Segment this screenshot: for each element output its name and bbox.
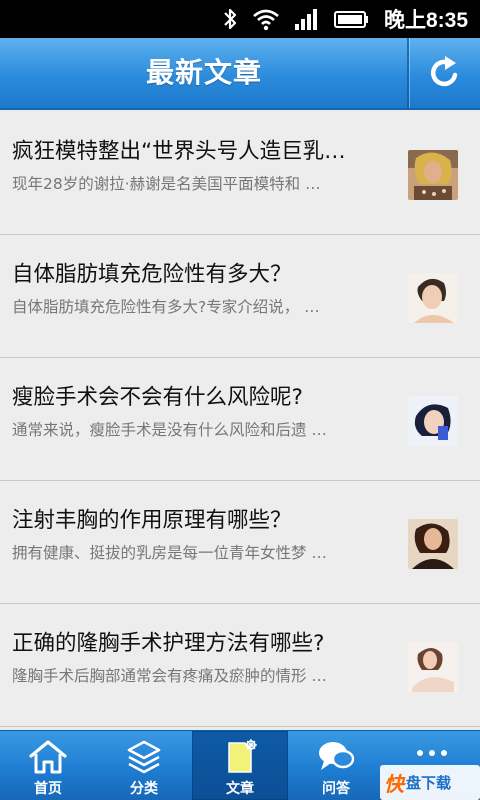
article-summary: 自体脂肪填充危险性有多大?专家介绍说， … [12, 298, 320, 316]
clock-time: 晚上8:35 [383, 9, 468, 32]
tab-label: 文章 [226, 781, 254, 797]
wifi-icon [253, 9, 279, 31]
watermark-logo: 快 盘下载 [380, 765, 480, 800]
list-item[interactable]: 正确的隆胸手术护理方法有哪些? 隆胸手术后胸部通常会有疼痛及瘀肿的情形 … [0, 604, 480, 727]
article-thumbnail [408, 273, 458, 323]
article-thumbnail [408, 642, 458, 692]
list-item[interactable]: 疯狂模特整出“世界头号人造巨乳… 现年28岁的谢拉·赫谢是名美国平面模特和 … [0, 112, 480, 235]
page-title: 最新文章 [145, 56, 262, 89]
battery-icon [333, 11, 368, 28]
article-thumbnail [408, 519, 458, 569]
tab-qa[interactable]: 问答 [288, 731, 384, 800]
tab-articles[interactable]: 文章 [192, 731, 288, 800]
home-icon [29, 740, 67, 774]
tab-category[interactable]: 分类 [96, 731, 192, 800]
article-summary: 通常来说，瘦脸手术是没有什么风险和后遗 … [12, 421, 327, 439]
tab-home[interactable]: 首页 [0, 731, 96, 800]
article-summary: 拥有健康、挺拔的乳房是每一位青年女性梦 … [12, 544, 327, 562]
article-title: 瘦脸手术会不会有什么风险呢? [12, 385, 303, 410]
header-divider [407, 38, 409, 108]
app-header: 最新文章 [0, 38, 480, 110]
article-list[interactable]: 疯狂模特整出“世界头号人造巨乳… 现年28岁的谢拉·赫谢是名美国平面模特和 … … [0, 112, 480, 730]
article-summary: 隆胸手术后胸部通常会有疼痛及瘀肿的情形 … [12, 667, 327, 685]
article-thumbnail [408, 396, 458, 446]
watermark-logo-mark: 快 [384, 772, 404, 796]
status-bar: 晚上8:35 [0, 0, 480, 38]
bluetooth-icon [224, 8, 237, 30]
refresh-icon [430, 56, 458, 87]
article-title: 自体脂肪填充危险性有多大？ [12, 262, 292, 287]
list-item[interactable]: 注射丰胸的作用原理有哪些？ 拥有健康、挺拔的乳房是每一位青年女性梦 … [0, 481, 480, 604]
tab-label: 问答 [322, 781, 350, 797]
article-summary: 现年28岁的谢拉·赫谢是名美国平面模特和 … [12, 175, 321, 193]
chat-bubble-icon [319, 742, 355, 770]
article-thumbnail [408, 150, 458, 200]
article-title: 疯狂模特整出“世界头号人造巨乳… [12, 139, 346, 164]
watermark-text: 盘下载 [406, 774, 452, 792]
layers-icon [127, 740, 161, 774]
list-item[interactable]: 自体脂肪填充危险性有多大？ 自体脂肪填充危险性有多大?专家介绍说， … [0, 235, 480, 358]
tab-label: 分类 [130, 781, 158, 797]
article-title: 注射丰胸的作用原理有哪些？ [12, 508, 292, 533]
signal-icon [294, 9, 317, 30]
list-item[interactable]: 瘦脸手术会不会有什么风险呢? 通常来说，瘦脸手术是没有什么风险和后遗 … [0, 358, 480, 481]
article-title: 正确的隆胸手术护理方法有哪些? [12, 631, 325, 656]
tab-label: 首页 [34, 781, 62, 797]
document-icon [228, 739, 257, 773]
refresh-button[interactable] [410, 38, 480, 108]
